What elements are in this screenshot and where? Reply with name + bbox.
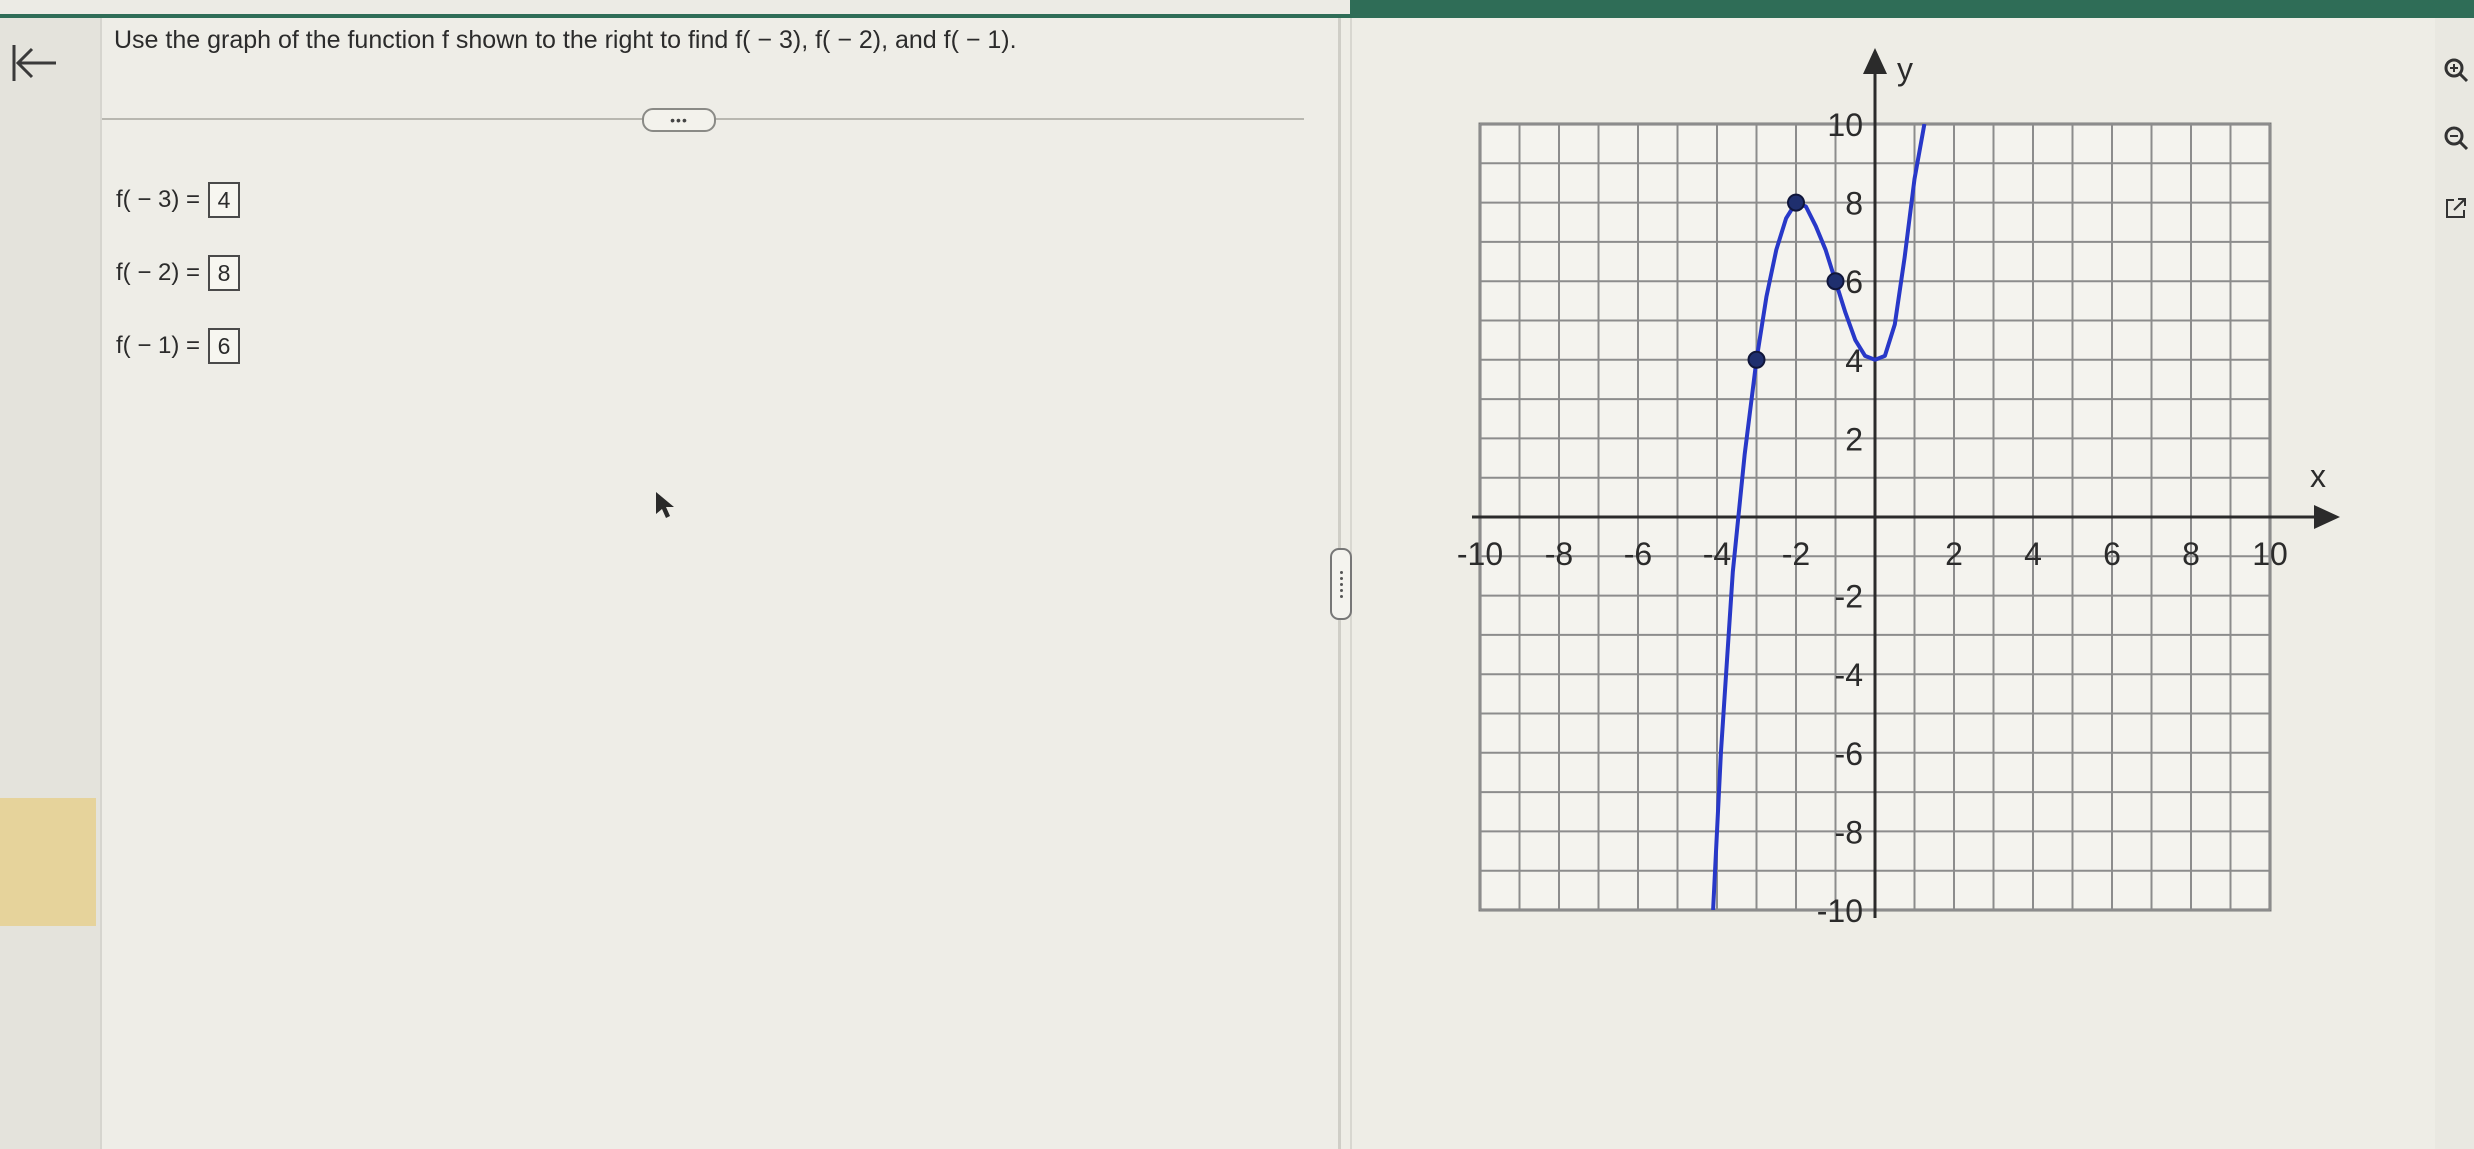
y-tick-label: 2 [1845,421,1863,457]
y-axis-label: y [1897,51,1913,87]
function-graph: x y -10 -8 -6 -4 -2 2 4 6 8 10 10 8 6 4 2 -2 -4 -6 -8 -10 [1400,40,2360,945]
y-tick-label: -2 [1835,579,1863,615]
y-tick-label: -10 [1817,893,1863,929]
mouse-cursor-icon [652,490,678,525]
graph-point [1787,193,1805,212]
x-tick-label: 8 [2182,536,2200,572]
y-axis-arrow-icon [1863,48,1887,74]
zoom-out-button[interactable] [2440,122,2472,154]
panel-splitter-handle[interactable] [1330,548,1352,620]
y-tick-label: -8 [1835,814,1863,850]
x-tick-label: 2 [1945,536,1963,572]
x-tick-label: 10 [2252,536,2288,572]
more-button[interactable]: ••• [642,108,716,132]
progress-highlight [0,798,96,926]
y-tick-label: 6 [1845,264,1863,300]
question-panel [102,18,1338,1149]
function-graph-svg: xy-10 -8 -6 -4 -2 2 4 6 8 10108642-2-4-6-8-10 [1457,48,2340,929]
y-tick-label: -4 [1835,657,1863,693]
answer-label: f( − 1) = [116,332,201,359]
x-tick-label: -10 [1457,536,1503,572]
y-tick-label: 8 [1845,186,1863,222]
answer-label: f( − 3) = [116,186,201,213]
splitter-dot [1339,582,1343,586]
answer-row-f-neg1: f( − 1) = 6 [116,328,241,364]
left-rail [0,18,102,1149]
x-tick-label: -4 [1703,536,1731,572]
zoom-out-icon [2444,126,2469,151]
answer-input[interactable]: 6 [208,328,241,364]
x-tick-label: -6 [1624,536,1652,572]
x-axis-label: x [2310,458,2326,494]
graph-point [1747,350,1766,369]
popout-button[interactable] [2440,192,2472,224]
question-text: Use the graph of the function f shown to… [114,26,1017,54]
answer-input[interactable]: 8 [208,255,241,291]
answer-row-f-neg3: f( − 3) = 4 [116,182,241,218]
splitter-dot [1339,576,1343,580]
x-tick-label: -8 [1545,536,1573,572]
splitter-dot [1339,570,1343,574]
y-tick-label: -6 [1835,736,1863,772]
x-tick-label: 4 [2024,536,2042,572]
collapse-left-button[interactable] [8,38,62,88]
x-tick-label: -2 [1782,536,1810,572]
zoom-in-button[interactable] [2440,54,2472,86]
splitter-dot [1339,588,1343,592]
answer-input[interactable]: 4 [208,182,241,218]
graph-point [1826,272,1845,291]
collapse-left-arrow-icon [12,45,56,81]
zoom-in-icon [2444,58,2469,83]
answer-row-f-neg2: f( − 2) = 8 [116,255,241,291]
external-link-icon [2446,198,2466,218]
answer-label: f( − 2) = [116,259,201,286]
y-tick-label: 10 [1827,107,1863,143]
x-axis-arrow-icon [2314,505,2340,529]
splitter-dot [1339,594,1343,598]
x-tick-label: 6 [2103,536,2121,572]
top-bar-overlay [0,0,1350,14]
